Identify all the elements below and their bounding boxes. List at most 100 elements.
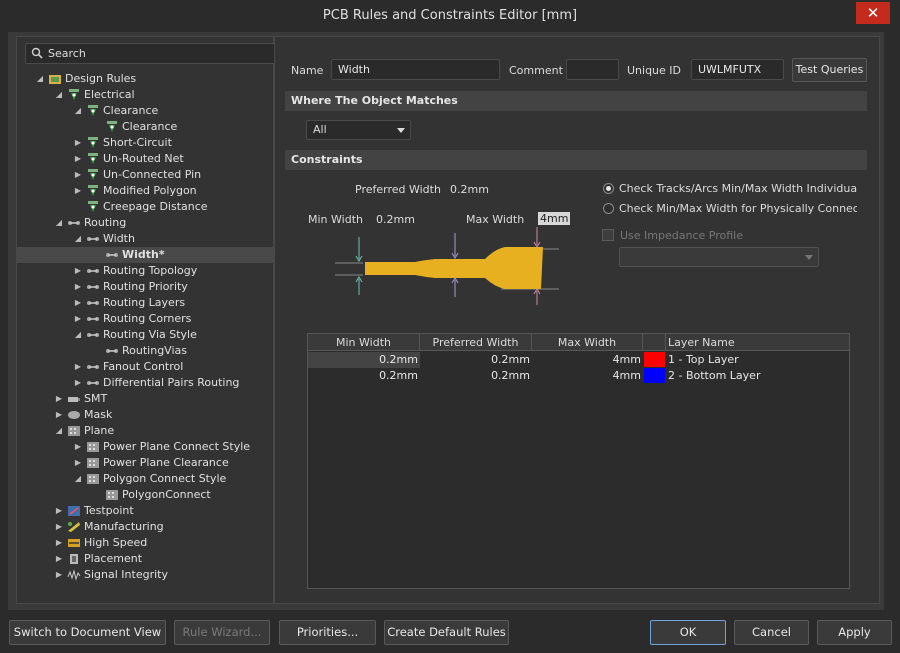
tree-item[interactable]: ▶ Signal Integrity [17, 567, 273, 583]
tree-item[interactable]: ▶ Un-Routed Net [17, 151, 273, 167]
expand-arrow-icon[interactable]: ▶ [54, 503, 64, 519]
expand-arrow-icon[interactable]: ▶ [54, 551, 64, 567]
impedance-profile-dropdown[interactable] [619, 247, 819, 267]
col-preferred-width[interactable]: Preferred Width [420, 334, 532, 351]
search-input[interactable]: Search [25, 43, 275, 64]
use-impedance-profile-checkbox[interactable] [602, 229, 614, 241]
cell-max-width[interactable]: 4mm [532, 368, 643, 384]
tree-item[interactable]: ◢ Clearance [17, 103, 273, 119]
rule-icon [86, 169, 100, 181]
expand-arrow-icon[interactable]: ▶ [54, 519, 64, 535]
tree-item[interactable]: ◢ Routing [17, 215, 273, 231]
tree-item[interactable]: ◢ Polygon Connect Style [17, 471, 273, 487]
expand-arrow-icon[interactable]: ▶ [54, 391, 64, 407]
expand-arrow-icon[interactable]: ▶ [73, 359, 83, 375]
tree-item[interactable]: ▶ Mask [17, 407, 273, 423]
test-queries-button[interactable]: Test Queries [792, 58, 867, 82]
col-layer-color[interactable] [643, 334, 666, 351]
tree-item-label: Routing [84, 216, 127, 229]
tree-item[interactable]: ◢ Routing Via Style [17, 327, 273, 343]
radio-check-connected-copper-label[interactable]: Check Min/Max Width for Physically Conne… [619, 202, 857, 215]
collapse-arrow-icon[interactable]: ◢ [54, 87, 64, 103]
expand-arrow-icon[interactable]: ▶ [73, 439, 83, 455]
expand-arrow-icon[interactable]: ▶ [54, 535, 64, 551]
min-width-value[interactable]: 0.2mm [376, 213, 415, 226]
expand-arrow-icon[interactable]: ▶ [73, 151, 83, 167]
tree-item[interactable]: Clearance [17, 119, 273, 135]
radio-check-individually-label[interactable]: Check Tracks/Arcs Min/Max Width Individu… [619, 182, 857, 195]
tree-item[interactable]: Creepage Distance [17, 199, 273, 215]
tree-item[interactable]: ▶ High Speed [17, 535, 273, 551]
tree-item[interactable]: ◢ Electrical [17, 87, 273, 103]
tree-item[interactable]: ▶ Un-Connected Pin [17, 167, 273, 183]
apply-button[interactable]: Apply [817, 620, 892, 645]
unique-id-field[interactable]: UWLMFUTX [691, 59, 784, 80]
expand-arrow-icon[interactable]: ▶ [73, 455, 83, 471]
expand-arrow-icon[interactable]: ▶ [73, 375, 83, 391]
cell-preferred-width[interactable]: 0.2mm [420, 368, 532, 384]
tree-item[interactable]: ▶ Placement [17, 551, 273, 567]
tree-item[interactable]: RoutingVias [17, 343, 273, 359]
tree-item[interactable]: ▶ SMT [17, 391, 273, 407]
tree-item[interactable]: ▶ Differential Pairs Routing [17, 375, 273, 391]
tree-item[interactable]: ◢ Width [17, 231, 273, 247]
expand-arrow-icon[interactable]: ▶ [73, 183, 83, 199]
tree-item-label: Clearance [122, 120, 178, 133]
expand-arrow-icon[interactable]: ▶ [73, 135, 83, 151]
switch-to-document-view-button[interactable]: Switch to Document View [9, 620, 166, 645]
cell-max-width[interactable]: 4mm [532, 352, 643, 368]
cell-preferred-width[interactable]: 0.2mm [420, 352, 532, 368]
cancel-button[interactable]: Cancel [734, 620, 809, 645]
col-min-width[interactable]: Min Width [308, 334, 420, 351]
tree-item[interactable]: Width* [17, 247, 273, 263]
preferred-width-label: Preferred Width [355, 183, 441, 196]
max-width-value[interactable]: 4mm [538, 212, 571, 225]
tree-item[interactable]: ▶ Routing Priority [17, 279, 273, 295]
search-icon [31, 47, 43, 59]
tree-item[interactable]: ▶ Power Plane Connect Style [17, 439, 273, 455]
expand-arrow-icon[interactable]: ▶ [54, 567, 64, 583]
name-field[interactable]: Width [331, 59, 500, 80]
tree-item[interactable]: PolygonConnect [17, 487, 273, 503]
tree-item[interactable]: ▶ Short-Circuit [17, 135, 273, 151]
tree-item[interactable]: ▶ Power Plane Clearance [17, 455, 273, 471]
cell-min-width[interactable]: 0.2mm [308, 368, 420, 384]
collapse-arrow-icon[interactable]: ◢ [73, 231, 83, 247]
close-button[interactable]: ✕ [856, 2, 890, 24]
tree-item[interactable]: ▶ Routing Layers [17, 295, 273, 311]
collapse-arrow-icon[interactable]: ◢ [73, 327, 83, 343]
tree-item[interactable]: ▶ Testpoint [17, 503, 273, 519]
comment-field[interactable] [566, 59, 619, 80]
expand-arrow-icon[interactable]: ▶ [54, 407, 64, 423]
radio-check-connected-copper[interactable] [603, 203, 614, 214]
collapse-arrow-icon[interactable]: ◢ [73, 103, 83, 119]
rules-tree-panel: Search ◢ Design Rules ◢ Electrical ◢ Clearanc… [16, 36, 275, 604]
match-scope-dropdown[interactable]: All [306, 120, 411, 140]
collapse-arrow-icon[interactable]: ◢ [54, 423, 64, 439]
expand-arrow-icon[interactable]: ▶ [73, 295, 83, 311]
tree-item[interactable]: ▶ Routing Corners [17, 311, 273, 327]
tree-item[interactable]: ▶ Routing Topology [17, 263, 273, 279]
cell-min-width[interactable]: 0.2mm [308, 352, 420, 368]
tree-item[interactable]: ◢ Plane [17, 423, 273, 439]
tree-item[interactable]: ▶ Fanout Control [17, 359, 273, 375]
rule-wizard-button[interactable]: Rule Wizard... [174, 620, 270, 645]
tree-item[interactable]: ◢ Design Rules [17, 71, 273, 87]
collapse-arrow-icon[interactable]: ◢ [54, 215, 64, 231]
priorities-button[interactable]: Priorities... [279, 620, 376, 645]
expand-arrow-icon[interactable]: ▶ [73, 167, 83, 183]
collapse-arrow-icon[interactable]: ◢ [73, 471, 83, 487]
tree-item[interactable]: ▶ Modified Polygon [17, 183, 273, 199]
ok-button[interactable]: OK [650, 620, 726, 645]
create-default-rules-button[interactable]: Create Default Rules [384, 620, 509, 645]
radio-check-individually[interactable] [603, 183, 614, 194]
collapse-arrow-icon[interactable]: ◢ [35, 71, 45, 87]
col-layer-name[interactable]: Layer Name [666, 334, 849, 351]
expand-arrow-icon[interactable]: ▶ [73, 279, 83, 295]
preferred-width-value[interactable]: 0.2mm [450, 183, 489, 196]
expand-arrow-icon[interactable]: ▶ [73, 263, 83, 279]
tree-item[interactable]: ▶ Manufacturing [17, 519, 273, 535]
expand-arrow-icon[interactable]: ▶ [73, 311, 83, 327]
col-max-width[interactable]: Max Width [532, 334, 643, 351]
routing-icon [86, 297, 100, 309]
